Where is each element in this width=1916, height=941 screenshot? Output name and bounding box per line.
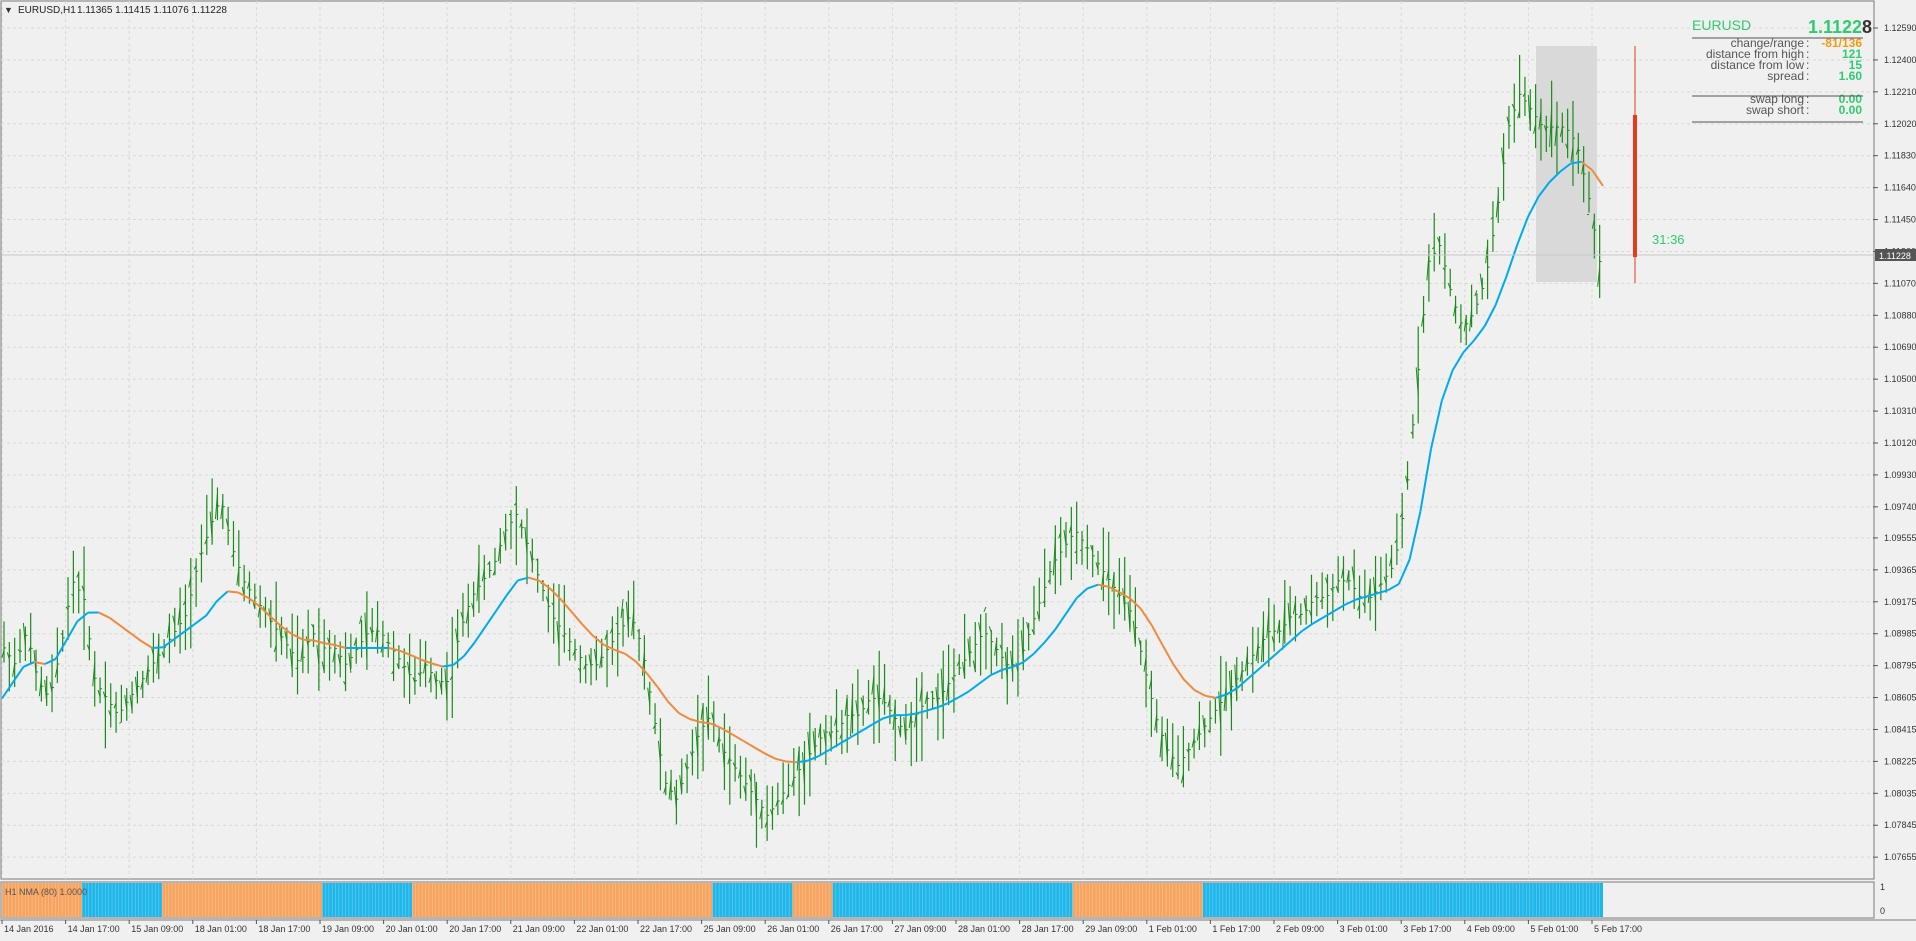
price-axis-label: 1.10120 bbox=[1884, 438, 1916, 448]
price-axis-label: 1.07655 bbox=[1884, 852, 1916, 862]
price-axis-label: 1.11070 bbox=[1884, 278, 1916, 288]
time-axis-label: 15 Jan 09:00 bbox=[131, 924, 183, 934]
time-axis-label: 26 Jan 17:00 bbox=[831, 924, 883, 934]
sub-axis-top: 1 bbox=[1880, 882, 1885, 892]
time-axis-label: 1 Feb 17:00 bbox=[1212, 924, 1260, 934]
info-price: 1.1122 bbox=[1808, 17, 1862, 37]
chart-ohlc: 1.11365 1.11415 1.11076 1.11228 bbox=[77, 5, 227, 16]
time-axis-label: 20 Jan 17:00 bbox=[449, 924, 501, 934]
time-axis-label: 4 Feb 09:00 bbox=[1467, 924, 1515, 934]
time-axis-label: 5 Feb 17:00 bbox=[1594, 924, 1642, 934]
histogram-segment bbox=[1073, 883, 1203, 917]
price-axis-label: 1.07845 bbox=[1884, 820, 1916, 830]
ma-segment bbox=[303, 640, 314, 641]
sub-axis-bottom: 0 bbox=[1880, 906, 1885, 916]
price-axis-label: 1.10690 bbox=[1884, 342, 1916, 352]
price-axis-label: 1.10880 bbox=[1884, 310, 1916, 320]
chart-canvas[interactable]: 31:36 1.12590 1.12400 1.12210 1.12020 1.1183… bbox=[0, 0, 1916, 936]
price-axis-label: 1.11450 bbox=[1884, 215, 1916, 225]
time-axis-label: 18 Jan 17:00 bbox=[258, 924, 310, 934]
price-axis-label: 1.08985 bbox=[1884, 629, 1916, 639]
current-price-tag: 1.11228 bbox=[1879, 251, 1911, 261]
time-axis-label: 28 Jan 17:00 bbox=[1022, 924, 1074, 934]
time-axis-label: 22 Jan 01:00 bbox=[576, 924, 628, 934]
price-axis-label: 1.11640 bbox=[1884, 183, 1916, 193]
time-axis-label: 28 Jan 01:00 bbox=[958, 924, 1010, 934]
info-row-label: spread bbox=[1767, 69, 1804, 83]
price-axis-label: 1.08225 bbox=[1884, 756, 1916, 766]
info-row-colon: : bbox=[1806, 69, 1809, 83]
chart-window: 31:36 1.12590 1.12400 1.12210 1.12020 1.1183… bbox=[0, 0, 1916, 936]
price-axis-label: 1.10310 bbox=[1884, 406, 1916, 416]
price-axis-label: 1.11830 bbox=[1884, 151, 1916, 161]
info-symbol: EURUSD bbox=[1692, 17, 1751, 33]
current-day-range-box bbox=[1536, 46, 1597, 282]
nma-histogram bbox=[2, 883, 1603, 917]
price-bar-open bbox=[1080, 550, 1082, 551]
time-axis-label: 21 Jan 09:00 bbox=[513, 924, 565, 934]
price-axis-label: 1.08795 bbox=[1884, 661, 1916, 671]
price-axis-label: 1.09740 bbox=[1884, 502, 1916, 512]
price-axis-label: 1.09930 bbox=[1884, 470, 1916, 480]
ma-segment bbox=[228, 591, 239, 592]
chart-symbol: EURUSD,H1 bbox=[18, 5, 76, 16]
time-axis-label: 5 Feb 01:00 bbox=[1530, 924, 1578, 934]
ma-segment bbox=[152, 647, 163, 648]
time-axis-label: 3 Feb 17:00 bbox=[1403, 924, 1451, 934]
current-candle-body bbox=[1633, 115, 1637, 257]
sub-window-label: H1 NMA (80) 1.0000 bbox=[5, 887, 87, 897]
time-axis-label: 22 Jan 17:00 bbox=[640, 924, 692, 934]
info-row-colon: : bbox=[1806, 103, 1809, 117]
price-axis-label: 1.09555 bbox=[1884, 533, 1916, 543]
time-axis-label: 25 Jan 09:00 bbox=[704, 924, 756, 934]
time-axis-label: 27 Jan 09:00 bbox=[894, 924, 946, 934]
time-axis-label: 18 Jan 01:00 bbox=[195, 924, 247, 934]
price-axis-label: 1.08605 bbox=[1884, 693, 1916, 703]
price-axis-label: 1.08415 bbox=[1884, 724, 1916, 734]
info-row-value: 0.00 bbox=[1839, 103, 1863, 117]
price-bar-open bbox=[1587, 214, 1589, 215]
time-axis-label: 14 Jan 17:00 bbox=[68, 924, 120, 934]
price-axis-label: 1.09175 bbox=[1884, 597, 1916, 607]
info-row-label: swap short bbox=[1746, 103, 1805, 117]
price-axis-label: 1.12020 bbox=[1884, 119, 1916, 129]
price-axis-label: 1.08035 bbox=[1884, 788, 1916, 798]
time-axis-label: 2 Feb 09:00 bbox=[1276, 924, 1324, 934]
price-axis-label: 1.12400 bbox=[1884, 55, 1916, 65]
price-axis-label: 1.12210 bbox=[1884, 87, 1916, 97]
price-axis-label: 1.12590 bbox=[1884, 23, 1916, 33]
time-axis-label: 19 Jan 09:00 bbox=[322, 924, 374, 934]
time-axis-label: 20 Jan 01:00 bbox=[386, 924, 438, 934]
time-axis-label: 29 Jan 09:00 bbox=[1085, 924, 1137, 934]
time-axis-label: 26 Jan 01:00 bbox=[767, 924, 819, 934]
time-axis-label: 14 Jan 2016 bbox=[4, 924, 54, 934]
header-arrow-icon[interactable]: ▼ bbox=[4, 5, 13, 15]
bar-timer: 31:36 bbox=[1652, 232, 1685, 247]
time-axis-label: 1 Feb 01:00 bbox=[1149, 924, 1197, 934]
time-axis-label: 3 Feb 01:00 bbox=[1340, 924, 1388, 934]
price-axis-label: 1.09365 bbox=[1884, 565, 1916, 575]
info-price-last-digit: 8 bbox=[1862, 17, 1872, 37]
ma-segment bbox=[786, 762, 797, 763]
price-axis-label: 1.10500 bbox=[1884, 374, 1916, 384]
info-row-value: 1.60 bbox=[1839, 69, 1863, 83]
